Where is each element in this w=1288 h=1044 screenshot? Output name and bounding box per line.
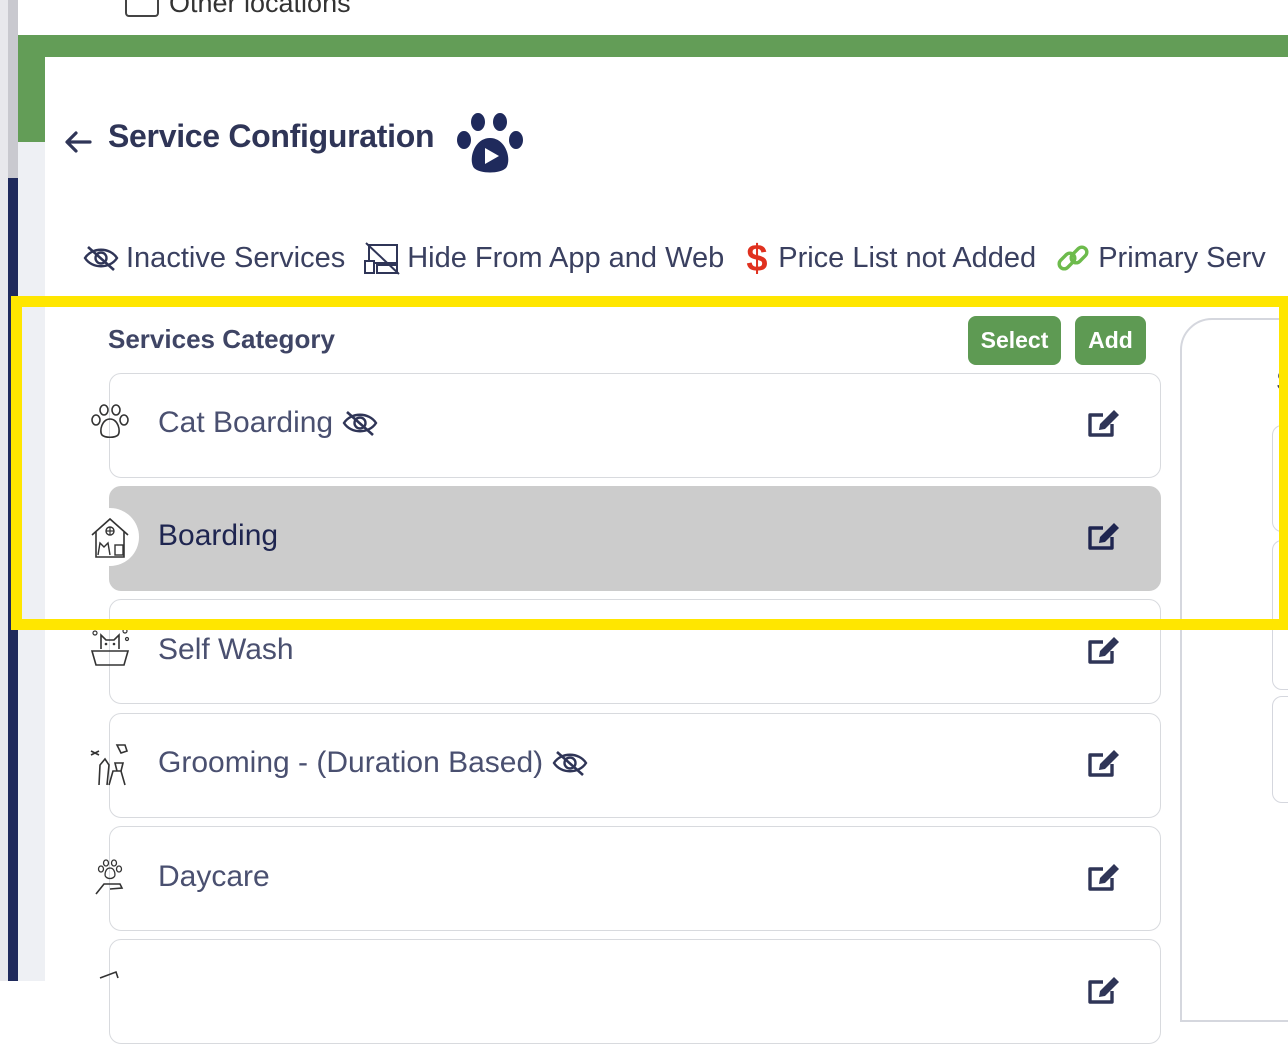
service-row-partial[interactable] [109, 939, 1161, 1044]
panel-left-border [18, 142, 45, 981]
sidebar-strip [8, 178, 18, 981]
scrollbar-thumb[interactable] [8, 0, 18, 178]
legend-bar: Inactive Services Hide From App and Web … [82, 238, 1284, 278]
eye-slash-icon [552, 751, 588, 776]
legend-price-label: Price List not Added [778, 241, 1037, 274]
service-label: Grooming - (Duration Based) [158, 746, 544, 779]
service-label-row: Boarding [158, 519, 278, 553]
edit-icon[interactable] [1086, 975, 1122, 1007]
hand-paw-icon [84, 852, 136, 904]
legend-inactive-label: Inactive Services [126, 241, 346, 274]
other-locations-label: Other locations [169, 0, 351, 18]
legend-inactive: Inactive Services [82, 242, 345, 275]
grooming-icon [84, 738, 136, 790]
dollar-icon: $ [747, 238, 768, 278]
select-button[interactable]: Select [968, 316, 1061, 365]
legend-primary-label: Primary Serv [1098, 241, 1266, 274]
right-card[interactable] [1272, 696, 1288, 803]
service-label: Self Wash [158, 633, 294, 666]
legend-hidden-label: Hide From App and Web [407, 241, 725, 274]
page-title: Service Configuration [108, 118, 435, 154]
service-label: Cat Boarding [158, 406, 334, 439]
edit-icon[interactable] [1086, 408, 1122, 440]
edit-icon[interactable] [1086, 635, 1122, 667]
right-card[interactable] [1272, 540, 1288, 690]
pet-bath-icon [84, 622, 136, 674]
legend-primary: Primary Serv [1054, 239, 1266, 277]
other-locations-row: Other locations [125, 0, 351, 19]
service-label-row: Self Wash [158, 633, 294, 667]
service-label-row: Daycare [158, 860, 270, 894]
green-header-band [18, 35, 1288, 57]
add-button[interactable]: Add [1075, 316, 1146, 365]
legend-hidden: Hide From App and Web [363, 241, 724, 275]
back-arrow-icon[interactable] [62, 126, 94, 158]
link-icon [1057, 245, 1089, 271]
legend-price: $ Price List not Added [742, 238, 1037, 278]
paw-video-icon[interactable] [456, 110, 528, 176]
svg-text:$: $ [747, 238, 768, 278]
green-side-band [18, 57, 45, 142]
service-label: Boarding [158, 519, 279, 552]
eye-slash-icon [342, 411, 378, 436]
hidden-devices-icon [364, 242, 400, 275]
pet-house-icon [81, 508, 139, 566]
services-category-header: Services Category [108, 324, 335, 354]
eye-slash-icon [83, 246, 119, 271]
edit-icon[interactable] [1086, 521, 1122, 553]
edit-icon[interactable] [1086, 862, 1122, 894]
service-label-row: Cat Boarding [158, 406, 379, 440]
paw-outline-icon [84, 396, 136, 448]
edit-icon[interactable] [1086, 748, 1122, 780]
service-label: Daycare [158, 860, 270, 893]
other-locations-checkbox[interactable] [125, 0, 159, 17]
service-icon [84, 962, 136, 1014]
right-panel-title: S [1276, 365, 1288, 396]
right-card[interactable] [1272, 425, 1288, 532]
service-label-row: Grooming - (Duration Based) [158, 746, 589, 780]
